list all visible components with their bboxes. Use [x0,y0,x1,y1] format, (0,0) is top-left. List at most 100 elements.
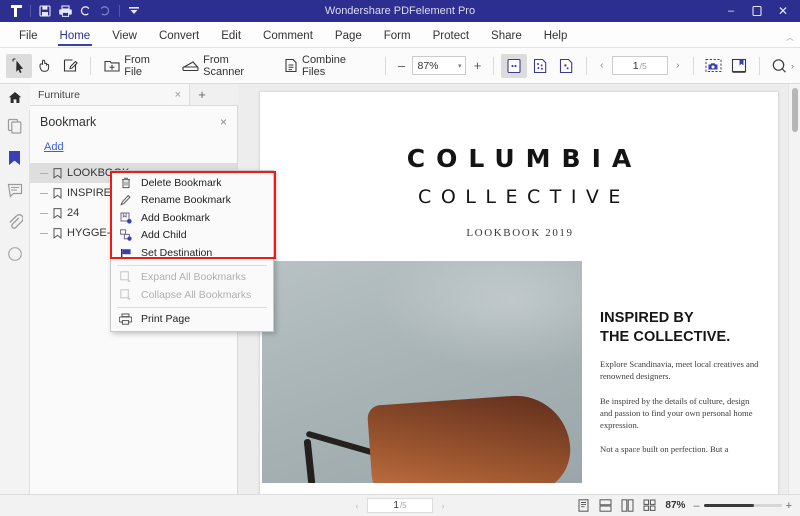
combine-files-button[interactable]: Combine Files [278,52,378,80]
context-menu-set-destination[interactable]: Set Destination [111,244,273,262]
zoom-slider-track[interactable] [703,504,782,507]
status-previous-page-button[interactable]: ‹ [350,501,364,511]
page-view-button[interactable] [553,54,579,78]
bookmark-item-label: 24 [67,207,80,219]
brand-subtitle: LOOKBOOK 2019 [466,227,574,239]
document-viewer[interactable]: COLUMBIA COLLECTIVE LOOKBOOK 2019 INSPIR… [238,84,800,494]
context-menu-collapse-all: Collapse All Bookmarks [111,286,273,304]
zoom-slider-minus[interactable]: – [693,500,699,512]
single-page-view-button[interactable] [501,53,528,78]
attachments-icon[interactable] [0,206,30,238]
trash-icon [119,177,132,189]
status-next-page-button[interactable]: › [436,501,450,511]
ocr-view-button[interactable] [527,54,553,78]
from-file-icon [104,58,120,73]
zoom-slider-fill [703,504,754,507]
menu-page[interactable]: Page [324,30,373,48]
menu-view[interactable]: View [101,30,148,48]
printer-icon [119,313,132,325]
zoom-control: – 87% ▾ + [392,56,486,76]
close-bookmark-panel-icon[interactable]: × [220,115,227,129]
context-menu-delete-bookmark[interactable]: Delete Bookmark [111,174,273,192]
home-icon[interactable] [0,84,30,110]
save-icon[interactable] [35,2,55,20]
hand-tool-button[interactable] [32,54,58,78]
menu-protect[interactable]: Protect [422,30,480,48]
app-logo-icon [6,2,26,20]
search-icon[interactable] [767,54,793,78]
customize-quick-access-icon[interactable] [124,2,144,20]
previous-page-button[interactable]: ‹ [594,56,610,76]
stamps-icon[interactable] [0,238,30,270]
zoom-slider-plus[interactable]: + [786,500,792,512]
page-navigation: ‹ 1 /5 › [594,56,686,76]
from-scanner-button[interactable]: From Scanner [176,52,278,80]
continuous-layout-icon[interactable] [597,498,613,514]
divider [119,5,120,17]
menu-comment[interactable]: Comment [252,30,324,48]
from-scanner-label: From Scanner [203,53,245,78]
two-page-layout-icon[interactable] [619,498,635,514]
from-file-button[interactable]: From File [98,52,176,80]
menu-edit[interactable]: Edit [210,30,252,48]
page-number-input[interactable]: 1 /5 [611,56,668,75]
thumbnails-icon[interactable] [0,110,30,142]
menu-file[interactable]: File [8,30,49,48]
next-page-button[interactable]: › [670,56,686,76]
search-expand-caret-icon[interactable]: › [791,61,794,71]
status-zoom-value: 87% [665,500,686,511]
context-menu-add-child[interactable]: Add Child [111,227,273,245]
context-menu-rename-bookmark[interactable]: Rename Bookmark [111,192,273,210]
select-tool-button[interactable] [6,53,32,78]
divider [759,56,761,75]
redo-icon[interactable] [95,2,115,20]
maximize-button[interactable] [744,0,770,22]
new-tab-button[interactable]: + [190,84,214,105]
add-bookmark-link[interactable]: Add [30,135,237,161]
document-tab-label: Furniture [38,88,81,101]
document-tab-furniture[interactable]: Furniture × [30,84,190,105]
zoom-in-button[interactable]: + [468,56,486,76]
current-page-value: 1 [632,59,639,72]
pdfelement-window: Wondershare PDFelement Pro – ✕ File Home… [0,0,800,516]
context-menu-print-page[interactable]: Print Page [111,311,273,329]
divider [384,56,386,75]
menu-home[interactable]: Home [49,30,102,48]
brand-title-line1: COLUMBIA [406,144,643,173]
window-controls: – ✕ [718,0,800,22]
snapshot-icon[interactable] [701,54,727,78]
undo-icon[interactable] [75,2,95,20]
print-icon[interactable] [55,2,75,20]
single-page-layout-icon[interactable] [575,498,591,514]
close-button[interactable]: ✕ [770,0,796,22]
edit-tool-button[interactable] [58,54,84,78]
minimize-button[interactable]: – [718,0,744,22]
comments-icon[interactable] [0,174,30,206]
menu-form[interactable]: Form [373,30,422,48]
context-menu-add-bookmark[interactable]: Add Bookmark [111,209,273,227]
collapse-ribbon-icon[interactable]: ︿ [786,32,794,43]
bookmark-panel-icon[interactable] [0,142,30,174]
zoom-out-button[interactable]: – [392,56,410,76]
menu-share[interactable]: Share [480,30,533,48]
menu-convert[interactable]: Convert [148,30,210,48]
tree-line [40,212,48,214]
page-paragraph-3: Not a space built on perfection. But a [600,444,729,455]
status-page-input[interactable]: 1 /5 [367,498,433,513]
zoom-level-select[interactable]: 87% ▾ [412,56,467,75]
viewer-scrollbar[interactable] [788,84,800,494]
viewer-scrollbar-thumb[interactable] [792,88,798,132]
ribbon-toolbar: From File From Scanner Combine Files – 8… [0,48,800,84]
menu-help[interactable]: Help [533,30,579,48]
leather-lounge-chair-photo [262,261,582,483]
add-child-icon [119,229,132,241]
bookmark-icon[interactable] [727,54,753,78]
quick-access-toolbar [0,2,144,20]
chevron-down-icon: ▾ [457,62,462,70]
grid-layout-icon[interactable] [641,498,657,514]
zoom-slider[interactable]: – + [693,500,792,512]
bookmark-context-menu[interactable]: Delete Bookmark Rename Bookmark Add Book… [110,170,274,332]
status-current-page: 1 [393,500,399,511]
divider [585,56,587,75]
close-tab-icon[interactable]: × [175,89,181,101]
